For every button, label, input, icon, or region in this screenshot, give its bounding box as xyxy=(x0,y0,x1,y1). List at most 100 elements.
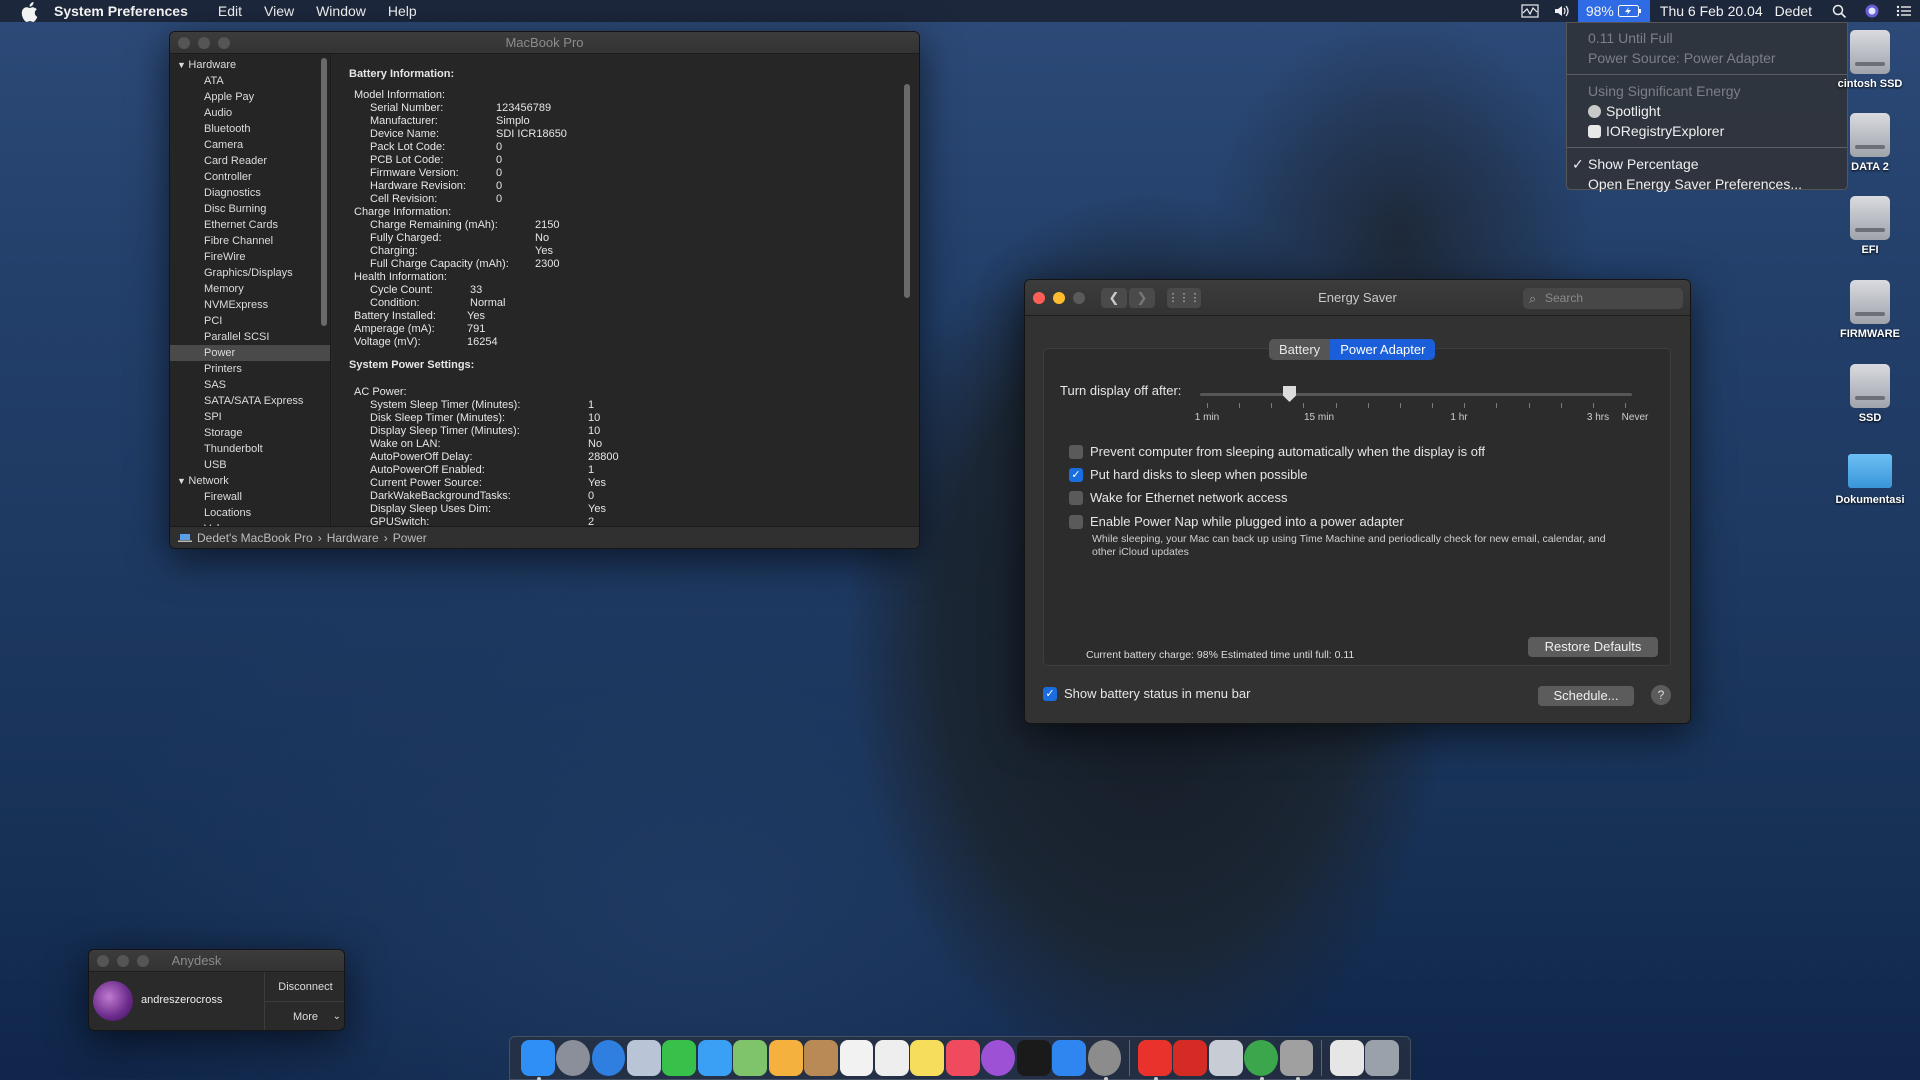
sidebar-item-locations[interactable]: Locations xyxy=(170,505,330,521)
app-store-icon[interactable] xyxy=(1052,1040,1086,1076)
apple-menu-icon[interactable] xyxy=(18,0,40,22)
help-button[interactable]: ? xyxy=(1651,685,1671,705)
sidebar-item-camera[interactable]: Camera xyxy=(170,137,330,153)
notification-center-icon[interactable] xyxy=(1895,4,1913,18)
sidebar-item-graphics-displays[interactable]: Graphics/Displays xyxy=(170,265,330,281)
menu-edit[interactable]: Edit xyxy=(218,3,242,19)
battery-status-menu[interactable]: 98% xyxy=(1577,0,1650,22)
sidebar-item-firewall[interactable]: Firewall xyxy=(170,489,330,505)
open-energy-saver-item[interactable]: Open Energy Saver Preferences... xyxy=(1567,174,1847,194)
zoom-window-button[interactable] xyxy=(1073,291,1085,304)
more-button[interactable]: More ⌄ xyxy=(265,1002,344,1030)
window-titlebar[interactable]: MacBook Pro xyxy=(170,32,919,54)
zoom-window-button[interactable] xyxy=(137,954,149,967)
sidebar-item-disc-burning[interactable]: Disc Burning xyxy=(170,201,330,217)
sidebar-item-sata-sata-express[interactable]: SATA/SATA Express xyxy=(170,393,330,409)
zoom-window-button[interactable] xyxy=(218,36,230,49)
checkbox[interactable] xyxy=(1069,490,1083,505)
minimize-window-button[interactable] xyxy=(198,36,210,49)
show-all-grid-icon[interactable]: ⋮⋮⋮ xyxy=(1167,287,1201,308)
contacts-icon[interactable] xyxy=(804,1040,838,1076)
notes-icon[interactable] xyxy=(910,1040,945,1076)
checkbox-checked[interactable]: ✓ xyxy=(1043,686,1057,701)
globe-icon[interactable] xyxy=(1244,1040,1278,1080)
sidebar-item-ata[interactable]: ATA xyxy=(170,73,330,89)
option-power-nap[interactable]: Enable Power Nap while plugged into a po… xyxy=(1069,514,1404,529)
restore-defaults-button[interactable]: Restore Defaults xyxy=(1528,637,1658,657)
sidebar-item-audio[interactable]: Audio xyxy=(170,105,330,121)
sidebar-item-controller[interactable]: Controller xyxy=(170,169,330,185)
anydesk-alt-icon[interactable] xyxy=(1173,1040,1208,1076)
sidebar-item-fibre-channel[interactable]: Fibre Channel xyxy=(170,233,330,249)
menu-view[interactable]: View xyxy=(264,3,294,19)
activity-monitor-icon[interactable] xyxy=(1521,4,1539,18)
minimize-window-button[interactable] xyxy=(1053,291,1065,304)
detail-scrollbar[interactable] xyxy=(904,84,910,298)
checkbox-checked[interactable]: ✓ xyxy=(1069,467,1083,482)
sidebar-item-storage[interactable]: Storage xyxy=(170,425,330,441)
desktop-disk-ssd[interactable]: SSD xyxy=(1825,364,1915,424)
siri-icon[interactable] xyxy=(1863,4,1881,18)
back-button[interactable]: ❮ xyxy=(1101,287,1127,308)
spotlight-search-icon[interactable] xyxy=(1831,4,1849,18)
ioregistry-icon[interactable] xyxy=(1279,1040,1314,1080)
desktop-disk-macintosh-ssd[interactable]: cintosh SSD xyxy=(1825,30,1915,90)
messages-icon[interactable] xyxy=(697,1040,732,1076)
option-disk-sleep[interactable]: ✓ Put hard disks to sleep when possible xyxy=(1069,467,1308,482)
menu-help[interactable]: Help xyxy=(388,3,417,19)
tab-battery[interactable]: Battery xyxy=(1269,339,1331,360)
trash-icon[interactable] xyxy=(1365,1040,1400,1076)
sidebar-item-ethernet-cards[interactable]: Ethernet Cards xyxy=(170,217,330,233)
desktop-folder-dokumentasi[interactable]: Dokumentasi xyxy=(1825,448,1915,506)
forward-button[interactable]: ❯ xyxy=(1129,287,1155,308)
path-computer[interactable]: Dedet's MacBook Pro xyxy=(197,531,313,545)
option-prevent-sleep[interactable]: Prevent computer from sleeping automatic… xyxy=(1069,444,1485,459)
energy-app-ioregistryexplorer[interactable]: IORegistryExplorer xyxy=(1567,121,1847,141)
clock[interactable]: Thu 6 Feb 20.04 xyxy=(1660,3,1763,19)
sidebar-item-diagnostics[interactable]: Diagnostics xyxy=(170,185,330,201)
app-name-menu[interactable]: System Preferences xyxy=(54,3,188,19)
mail-preview-icon[interactable] xyxy=(627,1040,661,1076)
tab-power-adapter[interactable]: Power Adapter xyxy=(1330,339,1436,360)
anydesk-icon[interactable] xyxy=(1137,1040,1172,1080)
close-window-button[interactable] xyxy=(178,36,190,49)
close-window-button[interactable] xyxy=(97,954,109,967)
music-icon[interactable] xyxy=(945,1040,980,1076)
sidebar-item-nvmexpress[interactable]: NVMExpress xyxy=(170,297,330,313)
volume-icon[interactable] xyxy=(1553,4,1571,18)
sidebar-item-parallel-scsi[interactable]: Parallel SCSI xyxy=(170,329,330,345)
window-titlebar[interactable]: ❮ ❯ ⋮⋮⋮ Energy Saver Search xyxy=(1025,280,1690,316)
minimize-window-button[interactable] xyxy=(117,954,129,967)
option-show-battery-status[interactable]: ✓ Show battery status in menu bar xyxy=(1043,686,1250,701)
sidebar-item-sas[interactable]: SAS xyxy=(170,377,330,393)
maps-icon[interactable] xyxy=(733,1040,768,1076)
menu-window[interactable]: Window xyxy=(316,3,366,19)
path-hardware[interactable]: Hardware xyxy=(327,531,379,545)
sidebar-item-memory[interactable]: Memory xyxy=(170,281,330,297)
display-sleep-slider[interactable] xyxy=(1200,386,1632,408)
checkbox[interactable] xyxy=(1069,514,1083,529)
sidebar-item-apple-pay[interactable]: Apple Pay xyxy=(170,89,330,105)
system-preferences-icon[interactable] xyxy=(1087,1040,1122,1080)
reminders-icon[interactable] xyxy=(875,1040,909,1076)
option-wake-ethernet[interactable]: Wake for Ethernet network access xyxy=(1069,490,1288,505)
launchpad-icon[interactable] xyxy=(556,1040,591,1076)
safari-icon[interactable] xyxy=(591,1040,626,1076)
user-menu[interactable]: Dedet xyxy=(1775,3,1812,19)
close-window-button[interactable] xyxy=(1033,291,1045,304)
facetime-icon[interactable] xyxy=(662,1040,697,1076)
sidebar-item-hardware[interactable]: ▼ Hardware xyxy=(170,57,330,73)
show-percentage-item[interactable]: ✓ Show Percentage xyxy=(1567,154,1847,174)
disclosure-triangle-icon[interactable]: ▼ xyxy=(177,60,188,70)
disconnect-button[interactable]: Disconnect xyxy=(265,972,344,1002)
sidebar-item-firewire[interactable]: FireWire xyxy=(170,249,330,265)
disclosure-triangle-icon[interactable]: ▼ xyxy=(177,476,188,486)
checkbox[interactable] xyxy=(1069,444,1083,459)
sidebar-item-thunderbolt[interactable]: Thunderbolt xyxy=(170,441,330,457)
calendar-icon[interactable] xyxy=(839,1040,874,1076)
sidebar-item-card-reader[interactable]: Card Reader xyxy=(170,153,330,169)
preview-icon[interactable] xyxy=(1208,1040,1243,1076)
energy-app-spotlight[interactable]: Spotlight xyxy=(1567,101,1847,121)
sidebar-item-network[interactable]: ▼ Network xyxy=(170,473,330,489)
document-icon[interactable] xyxy=(1329,1040,1364,1076)
